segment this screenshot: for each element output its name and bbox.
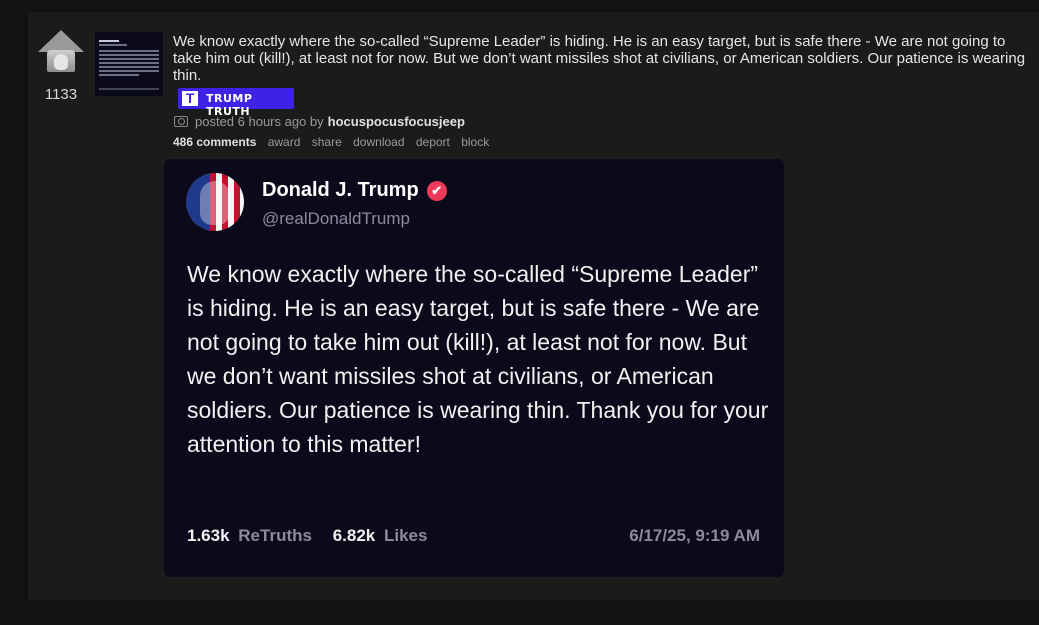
retruths-label: ReTruths bbox=[238, 526, 312, 545]
author-name-text: Donald J. Trump bbox=[262, 179, 419, 201]
download-link[interactable]: download bbox=[353, 135, 404, 149]
truth-body: We know exactly where the so-called “Sup… bbox=[187, 261, 769, 457]
author-handle: @realDonaldTrump bbox=[262, 209, 410, 228]
retruths-count: 1.63k bbox=[187, 526, 230, 545]
deport-link[interactable]: deport bbox=[416, 135, 450, 149]
likes-label: Likes bbox=[383, 526, 428, 545]
upvote-arrow-icon[interactable] bbox=[38, 30, 84, 52]
truth-stats: 1.63k ReTruths 6.82k Likes bbox=[187, 526, 443, 546]
share-link[interactable]: share bbox=[312, 135, 342, 149]
post-meta: posted 6 hours ago by hocuspocusfocusjee… bbox=[174, 114, 465, 129]
truth-social-logo-icon: T bbox=[182, 91, 198, 106]
verified-badge-icon: ✔ bbox=[426, 180, 447, 201]
author-name: Donald J. Trump ✔ bbox=[262, 179, 447, 202]
profile-avatar bbox=[186, 173, 244, 231]
post-thumbnail[interactable] bbox=[95, 32, 163, 96]
post-actions: 486 comments award share download deport… bbox=[173, 135, 497, 149]
vote-column: 1133 bbox=[36, 30, 86, 103]
posted-text: posted 6 hours ago by bbox=[195, 114, 324, 129]
username-link[interactable]: hocuspocusfocusjeep bbox=[328, 114, 465, 129]
block-link[interactable]: block bbox=[461, 135, 489, 149]
camera-icon bbox=[174, 116, 188, 127]
truth-date: 6/17/25, 9:19 AM bbox=[629, 526, 760, 545]
post-title[interactable]: We know exactly where the so-called “Sup… bbox=[173, 33, 1035, 84]
award-link[interactable]: award bbox=[268, 135, 301, 149]
flair-badge[interactable]: T TRUMP TRUTH bbox=[178, 88, 294, 118]
comments-link[interactable]: 486 comments bbox=[173, 135, 256, 149]
likes-count: 6.82k bbox=[332, 526, 376, 545]
vote-score: 1133 bbox=[44, 86, 78, 103]
truth-card: Donald J. Trump ✔ @realDonaldTrump We kn… bbox=[164, 159, 784, 577]
upvote-avatar-icon bbox=[47, 50, 75, 72]
